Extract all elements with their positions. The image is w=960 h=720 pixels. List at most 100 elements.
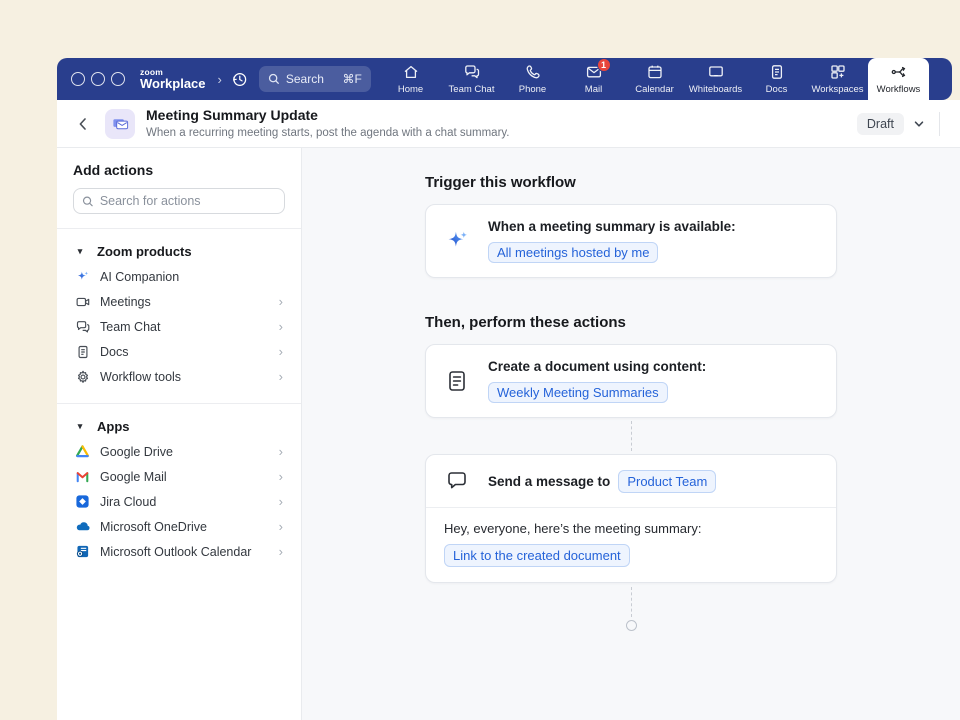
chevron-right-icon: › (279, 519, 285, 534)
sidebar-item-ai-companion[interactable]: AI Companion (73, 264, 285, 289)
workspaces-icon (829, 63, 847, 81)
nav-label: Workflows (877, 84, 921, 95)
calendar-icon (646, 63, 664, 81)
message-link-chip[interactable]: Link to the created document (444, 544, 630, 567)
search-placeholder: Search (286, 72, 324, 86)
actions-sidebar: Add actions ▾ Zoom products (57, 148, 302, 720)
create-doc-chip[interactable]: Weekly Meeting Summaries (488, 382, 668, 403)
trigger-text: When a meeting summary is available: (488, 219, 736, 234)
page-subtitle: When a recurring meeting starts, post th… (146, 127, 510, 140)
nav-item-calendar[interactable]: Calendar (624, 58, 685, 100)
window-control-icon[interactable] (71, 72, 85, 86)
actions-heading: Then, perform these actions (425, 314, 837, 331)
nav-item-docs[interactable]: Docs (746, 58, 807, 100)
section-header-apps[interactable]: ▾ Apps (73, 413, 285, 439)
sidebar-item-google-mail[interactable]: Google Mail › (73, 464, 285, 489)
chat-bubble-icon (444, 469, 470, 493)
navbar-tabs: Home Team Chat Phone (380, 58, 952, 100)
chevron-right-icon: › (279, 444, 285, 459)
window-control-icon[interactable] (91, 72, 105, 86)
status-badge[interactable]: Draft (857, 113, 904, 135)
nav-label: Team Chat (449, 84, 495, 95)
send-message-chip[interactable]: Product Team (618, 470, 716, 493)
chevron-right-icon: › (279, 544, 285, 559)
sidebar-item-docs[interactable]: Docs › (73, 339, 285, 364)
nav-label: Calendar (635, 84, 674, 95)
actions-search-input[interactable] (100, 194, 276, 208)
workflow-canvas: Trigger this workflow When a meeting sum… (302, 148, 960, 720)
sidebar-item-label: Workflow tools (100, 370, 270, 384)
sidebar-item-microsoft-onedrive[interactable]: Microsoft OneDrive › (73, 514, 285, 539)
sidebar-item-label: Google Drive (100, 445, 270, 459)
docs-icon (74, 344, 91, 360)
window-control-icon[interactable] (111, 72, 125, 86)
sidebar-item-google-drive[interactable]: Google Drive › (73, 439, 285, 464)
page-title: Meeting Summary Update (146, 107, 318, 123)
sidebar-item-team-chat[interactable]: Team Chat › (73, 314, 285, 339)
create-doc-text: Create a document using content: (488, 359, 706, 374)
screen: { "colors": { "navbar_blue": "#293e8d", … (0, 0, 960, 720)
nav-label: Mail (585, 84, 602, 95)
nav-item-me[interactable]: ··· Me (929, 58, 952, 100)
sidebar-title: Add actions (73, 162, 285, 178)
onedrive-icon (74, 519, 91, 535)
nav-label: Home (398, 84, 423, 95)
create-document-card[interactable]: Create a document using content: Weekly … (425, 344, 837, 418)
logo-zoom-text: zoom (140, 68, 206, 77)
search-icon (268, 73, 280, 85)
flow-connector (631, 421, 632, 451)
flow-connector (631, 587, 632, 617)
phone-icon (524, 63, 542, 81)
header-right: Draft (857, 112, 940, 136)
ai-sparkle-icon (444, 228, 470, 254)
outlook-calendar-icon (74, 544, 91, 560)
caret-down-icon: ▾ (73, 421, 87, 432)
chevron-down-icon[interactable] (913, 118, 925, 130)
gear-icon (74, 369, 91, 385)
nav-item-mail[interactable]: 1 Mail (563, 58, 624, 100)
team-chat-icon (463, 63, 481, 81)
sidebar-item-jira-cloud[interactable]: Jira Cloud › (73, 489, 285, 514)
mail-icon: 1 (585, 63, 603, 81)
back-button[interactable] (75, 116, 91, 132)
sidebar-item-label: Microsoft OneDrive (100, 520, 270, 534)
app-window: Meeting Summary Update When a recurring … (57, 100, 960, 720)
actions-search-field[interactable] (73, 188, 285, 214)
trigger-heading: Trigger this workflow (425, 174, 837, 191)
nav-item-whiteboards[interactable]: Whiteboards (685, 58, 746, 100)
send-message-card[interactable]: Send a message toProduct Team Hey, every… (425, 454, 837, 583)
sidebar-item-workflow-tools[interactable]: Workflow tools › (73, 364, 285, 389)
nav-item-workflows[interactable]: Workflows (868, 58, 929, 100)
sidebar-item-label: AI Companion (100, 270, 285, 284)
caret-down-icon: ▾ (73, 246, 87, 257)
send-message-text: Send a message to (488, 474, 610, 489)
gmail-icon (74, 469, 91, 485)
section-header-zoom-products[interactable]: ▾ Zoom products (73, 238, 285, 264)
nav-label: Docs (766, 84, 788, 95)
zoom-workplace-logo: zoom Workplace (140, 68, 206, 91)
ai-companion-icon (74, 269, 91, 285)
docs-icon (768, 63, 786, 81)
logo-workplace-text: Workplace (140, 77, 206, 90)
sidebar-item-microsoft-outlook-calendar[interactable]: Microsoft Outlook Calendar › (73, 539, 285, 564)
nav-item-team-chat[interactable]: Team Chat (441, 58, 502, 100)
nav-item-home[interactable]: Home (380, 58, 441, 100)
mail-badge: 1 (597, 58, 611, 72)
sidebar-item-meetings[interactable]: Meetings › (73, 289, 285, 314)
top-navbar: zoom Workplace › Search ⌘F (57, 58, 952, 100)
breadcrumb-chevron-icon[interactable]: › (218, 72, 222, 87)
chevron-right-icon: › (279, 494, 285, 509)
nav-item-phone[interactable]: Phone (502, 58, 563, 100)
history-icon[interactable] (231, 71, 248, 88)
workflow-header: Meeting Summary Update When a recurring … (57, 100, 960, 148)
sidebar-item-label: Docs (100, 345, 270, 359)
whiteboard-icon (707, 63, 725, 81)
nav-item-workspaces[interactable]: Workspaces (807, 58, 868, 100)
trigger-card[interactable]: When a meeting summary is available: All… (425, 204, 837, 278)
search-icon (82, 195, 94, 208)
global-search-input[interactable]: Search ⌘F (259, 66, 371, 92)
section-label: Zoom products (97, 244, 192, 259)
google-drive-icon (74, 444, 91, 460)
trigger-chip[interactable]: All meetings hosted by me (488, 242, 658, 263)
chevron-right-icon: › (279, 469, 285, 484)
